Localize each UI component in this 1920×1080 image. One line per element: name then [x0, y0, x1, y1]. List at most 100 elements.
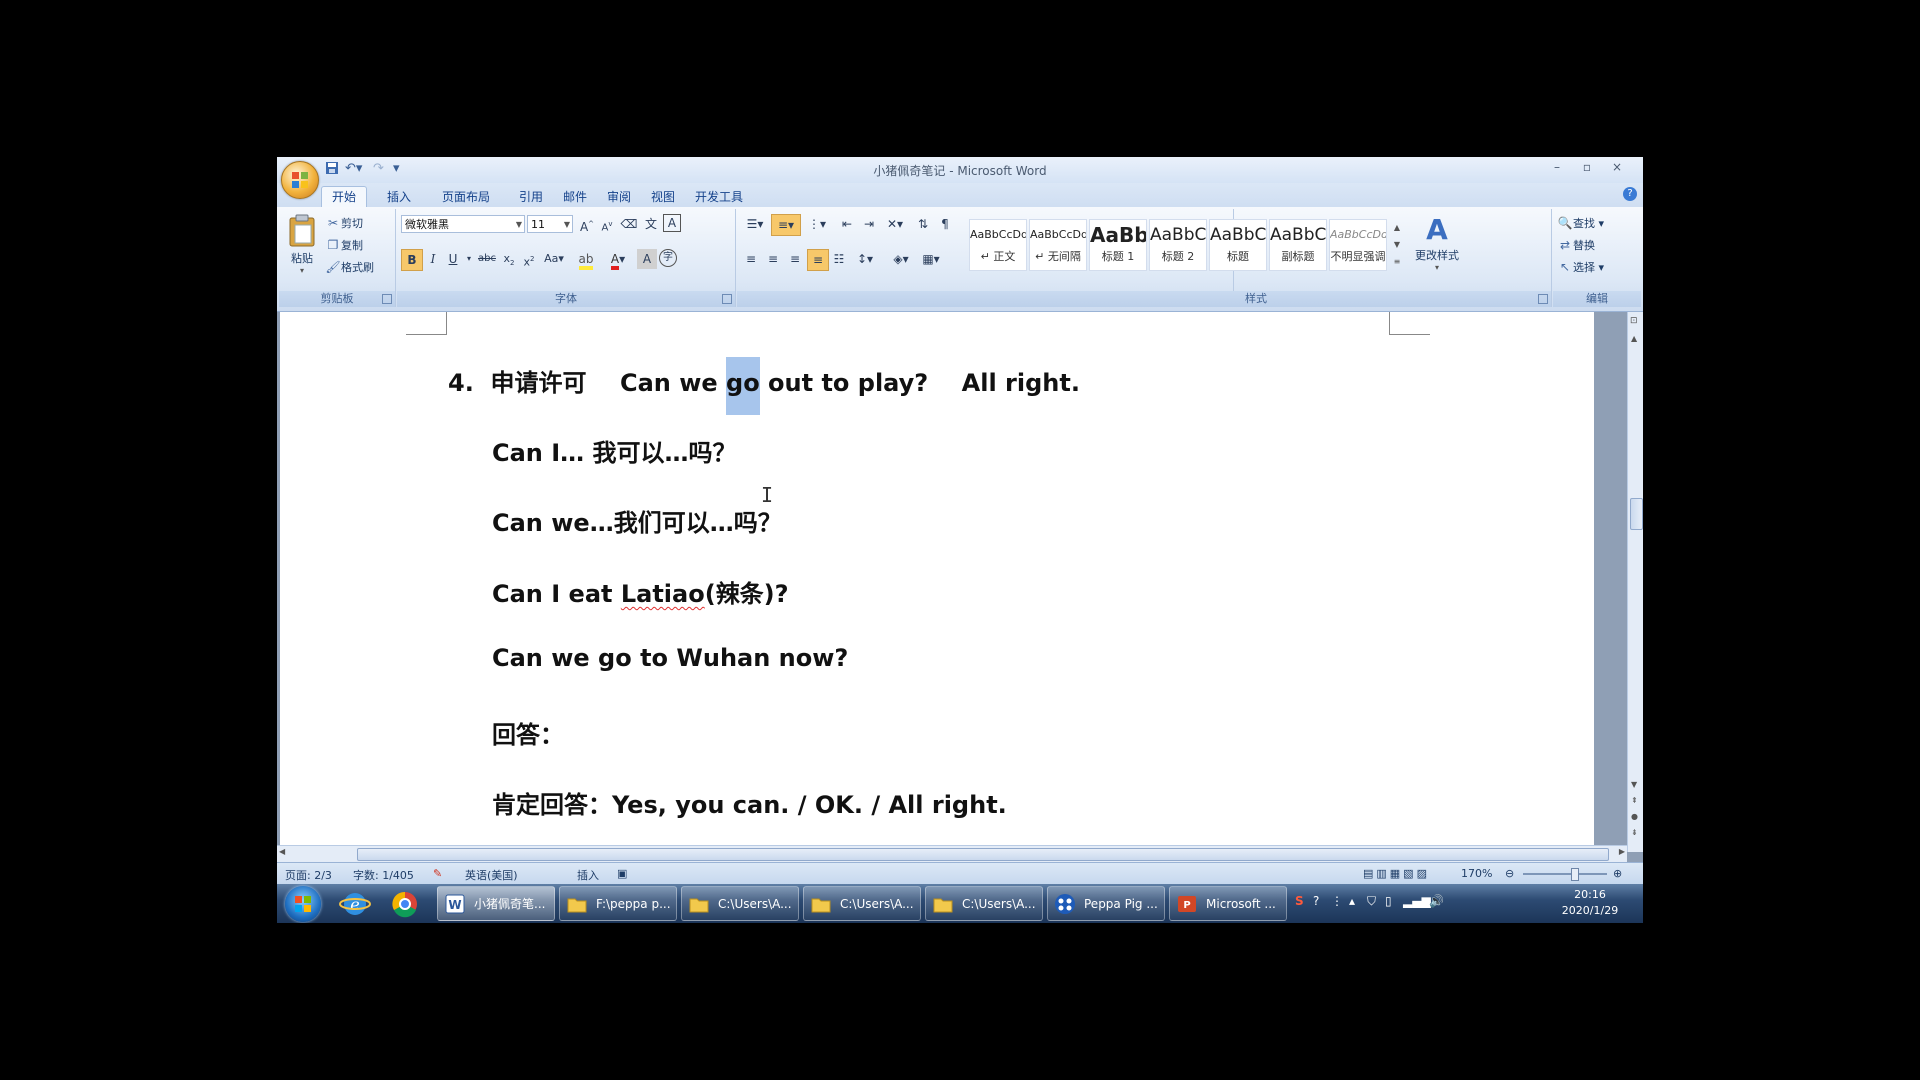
justify-icon[interactable]: ≡	[807, 249, 829, 271]
tab-mailings[interactable]: 邮件	[553, 187, 597, 207]
change-case-button[interactable]: Aa▾	[541, 249, 567, 269]
italic-button[interactable]: I	[423, 249, 443, 269]
phonetic-guide-icon[interactable]: 文	[641, 214, 661, 234]
tab-developer[interactable]: 开发工具	[685, 187, 753, 207]
task-word-doc[interactable]: W 小猪佩奇笔...	[437, 886, 555, 921]
chinese-layout-icon[interactable]: ✕▾	[881, 214, 909, 234]
borders-icon[interactable]: ▦▾	[917, 249, 945, 269]
network-icon[interactable]: ▂▄▆	[1403, 894, 1431, 908]
numbering-icon[interactable]: ≡▾	[771, 214, 801, 236]
zoom-level[interactable]: 170%	[1461, 867, 1492, 880]
usb-device-icon[interactable]: ▯	[1385, 894, 1392, 908]
find-button[interactable]: 🔍查找 ▾	[1557, 213, 1605, 233]
language-indicator[interactable]: 英语(美国)	[465, 867, 518, 883]
scroll-down-icon[interactable]: ▼	[1631, 780, 1637, 789]
font-size-combo[interactable]: 11 ▼	[527, 215, 573, 233]
distributed-icon[interactable]: ☷	[829, 249, 849, 269]
volume-icon[interactable]: 🔊	[1429, 894, 1444, 908]
multilevel-list-icon[interactable]: ⋮▾	[803, 214, 831, 234]
tab-review[interactable]: 审阅	[597, 187, 641, 207]
tab-insert[interactable]: 插入	[377, 187, 421, 207]
highlight-color-icon[interactable]: ab	[573, 249, 599, 270]
bold-button[interactable]: B	[401, 249, 423, 271]
tab-page-layout[interactable]: 页面布局	[432, 187, 500, 207]
vertical-scroll-thumb[interactable]	[1630, 498, 1643, 530]
task-peppa-pig-player[interactable]: Peppa Pig ...	[1047, 886, 1165, 921]
security-shield-icon[interactable]: ⛉	[1367, 894, 1376, 909]
char-shading-icon[interactable]: A	[637, 249, 657, 269]
align-right-icon[interactable]: ≡	[785, 249, 805, 269]
zoom-slider-thumb[interactable]	[1571, 868, 1579, 881]
page-count[interactable]: 页面: 2/3	[285, 867, 332, 883]
chrome-icon[interactable]	[383, 887, 427, 921]
enclose-char-icon[interactable]: 字	[659, 249, 677, 267]
format-painter-button[interactable]: 🖌格式刷	[325, 257, 374, 277]
tab-view[interactable]: 视图	[641, 187, 685, 207]
copy-button[interactable]: ❐ 复制	[325, 235, 363, 255]
zoom-in-icon[interactable]: ⊕	[1613, 867, 1622, 880]
prev-page-icon[interactable]: ⇞	[1631, 796, 1638, 805]
change-styles-button[interactable]: A 更改样式 ▾	[1407, 213, 1467, 272]
system-clock[interactable]: 20:16 2020/1/29	[1555, 887, 1625, 919]
style-heading-1[interactable]: AaBb 标题 1	[1089, 219, 1147, 271]
help-icon[interactable]: ?	[1623, 187, 1637, 201]
bullets-icon[interactable]: ☰▾	[741, 214, 769, 234]
horizontal-scrollbar[interactable]: ◀ ▶	[277, 845, 1627, 862]
task-folder-peppa[interactable]: F:\peppa p...	[559, 886, 677, 921]
font-launcher-icon[interactable]	[722, 294, 732, 304]
char-border-icon[interactable]: A	[663, 214, 681, 232]
mic-icon[interactable]: ⋮	[1331, 894, 1343, 908]
maximize-button[interactable]: ▫	[1573, 160, 1601, 178]
underline-dropdown-icon[interactable]: ▾	[459, 249, 479, 269]
select-button[interactable]: ↖ 选择 ▾	[1557, 257, 1604, 277]
style-title[interactable]: AaBbC 标题	[1209, 219, 1267, 271]
style-heading-2[interactable]: AaBbC 标题 2	[1149, 219, 1207, 271]
internet-explorer-icon[interactable]: e	[333, 887, 377, 921]
grow-font-icon[interactable]: A^	[577, 214, 597, 234]
style-subtle-emphasis[interactable]: AaBbCcDd 不明显强调	[1329, 219, 1387, 271]
task-folder-users-1[interactable]: C:\Users\A...	[681, 886, 799, 921]
scroll-up-icon[interactable]: ▲	[1631, 334, 1637, 343]
cut-button[interactable]: ✂ 剪切	[325, 213, 363, 233]
replace-button[interactable]: ⇄ 替换	[1557, 235, 1595, 255]
scroll-right-icon[interactable]: ▶	[1619, 847, 1625, 856]
align-center-icon[interactable]: ≡	[763, 249, 783, 269]
document-page[interactable]: 4. 申请许可 Can we go out to play? All right…	[280, 312, 1594, 862]
align-left-icon[interactable]: ≡	[741, 249, 761, 269]
task-folder-users-3[interactable]: C:\Users\A...	[925, 886, 1043, 921]
tab-references[interactable]: 引用	[509, 187, 553, 207]
font-name-combo[interactable]: 微软雅黑 ▼	[401, 215, 525, 233]
font-color-icon[interactable]: A▾	[605, 249, 631, 270]
task-powerpoint[interactable]: P Microsoft ...	[1169, 886, 1287, 921]
ruler-toggle-icon[interactable]: ⊡	[1630, 316, 1638, 326]
minimize-button[interactable]: –	[1543, 160, 1571, 178]
line-spacing-icon[interactable]: ↕▾	[851, 249, 879, 269]
task-folder-users-2[interactable]: C:\Users\A...	[803, 886, 921, 921]
subscript-button[interactable]: x2	[499, 249, 519, 269]
proofing-icon[interactable]: ✎	[433, 867, 442, 880]
scroll-left-icon[interactable]: ◀	[279, 847, 285, 856]
sort-icon[interactable]: ⇅	[913, 214, 933, 234]
style-no-spacing[interactable]: AaBbCcDd ↵ 无间隔	[1029, 219, 1087, 271]
vertical-scrollbar[interactable]: ⊡ ▲ ▼ ⇞ ● ⇟	[1627, 312, 1643, 852]
style-subtitle[interactable]: AaBbC 副标题	[1269, 219, 1327, 271]
help-tray-icon[interactable]: ?	[1313, 894, 1319, 908]
styles-launcher-icon[interactable]	[1538, 294, 1548, 304]
strikethrough-button[interactable]: abc	[477, 249, 497, 269]
clipboard-launcher-icon[interactable]	[382, 294, 392, 304]
insert-mode[interactable]: 插入	[577, 867, 599, 883]
office-button[interactable]	[281, 161, 319, 199]
misspelled-word[interactable]: Latiao	[621, 580, 705, 608]
horizontal-scroll-thumb[interactable]	[357, 848, 1609, 861]
zoom-out-icon[interactable]: ⊖	[1505, 867, 1514, 880]
word-count[interactable]: 字数: 1/405	[353, 867, 414, 883]
browse-object-icon[interactable]: ●	[1631, 812, 1638, 821]
sogou-ime-icon[interactable]: S	[1295, 894, 1304, 908]
clear-format-icon[interactable]: ⌫	[619, 214, 639, 234]
paste-button[interactable]: 粘贴 ▾	[285, 213, 319, 279]
view-buttons-icon[interactable]: ▤▥▦▧▨	[1363, 867, 1430, 880]
zoom-slider[interactable]	[1523, 868, 1607, 881]
macro-record-icon[interactable]: ▣	[617, 867, 627, 880]
next-page-icon[interactable]: ⇟	[1631, 828, 1638, 837]
increase-indent-icon[interactable]: ⇥	[859, 214, 879, 234]
